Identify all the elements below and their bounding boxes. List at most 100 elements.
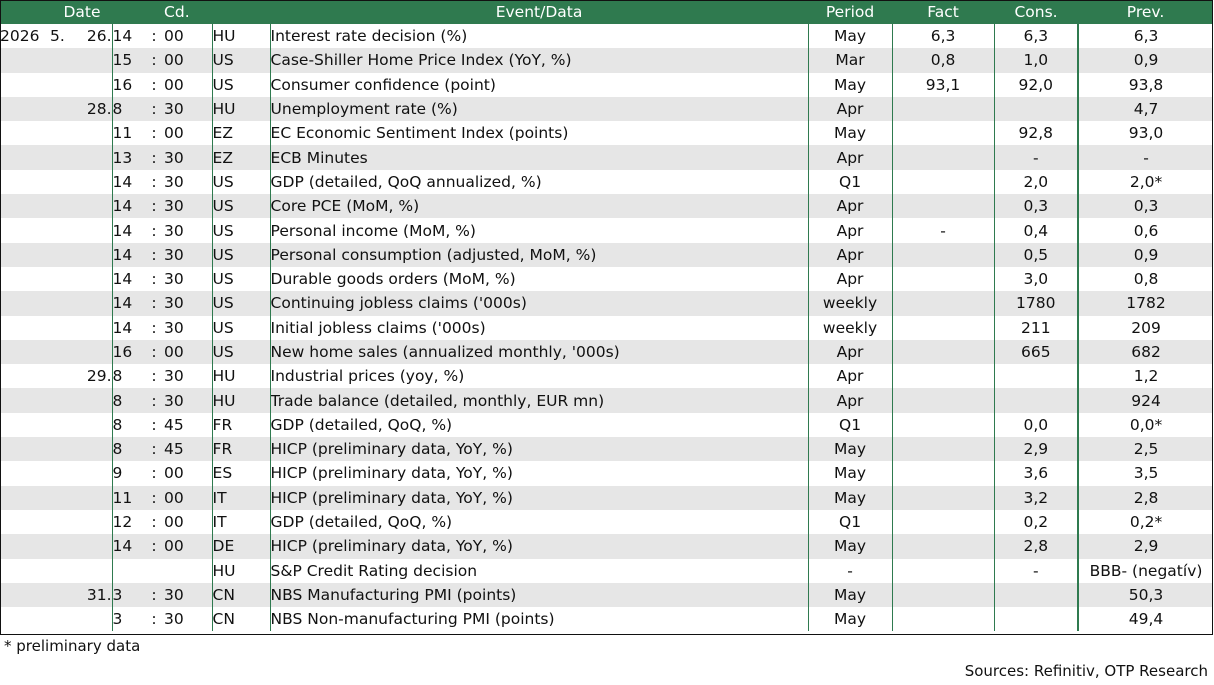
- cell-year: [0, 48, 50, 73]
- cell-country-code: IT: [211, 485, 271, 510]
- cell-consensus: 1,0: [994, 48, 1080, 73]
- cell-previous: 0,2*: [1078, 509, 1214, 535]
- cell-fact: 0,8: [892, 48, 995, 73]
- cell-country-code: IT: [211, 509, 271, 535]
- cell-previous: 209: [1078, 315, 1214, 340]
- table-row: 2026 5. 26. 14:00 HU Interest rate decision (…: [0, 24, 1214, 49]
- cell-hour: 14: [112, 218, 144, 243]
- cell-consensus: 2,8: [994, 534, 1080, 559]
- economic-calendar-table: Date Cd. Event/Data Period Fact Cons. Pr…: [0, 0, 1214, 632]
- cell-hour: 8: [112, 437, 144, 462]
- cell-event: GDP (detailed, QoQ, %): [270, 509, 809, 535]
- cell-country-code: US: [211, 48, 271, 73]
- cell-day: [78, 48, 113, 73]
- cell-fact: 93,1: [892, 72, 995, 97]
- cell-hour: 16: [112, 72, 144, 97]
- cell-minute: [164, 558, 213, 583]
- cell-period: -: [808, 558, 893, 583]
- cell-day: [78, 218, 113, 243]
- cell-minute: 00: [164, 72, 213, 97]
- cell-minute: 45: [164, 437, 213, 462]
- cell-time-separator: :: [144, 96, 165, 122]
- cell-consensus: [994, 96, 1080, 122]
- cell-consensus: 3,0: [994, 266, 1080, 292]
- cell-consensus: 665: [994, 339, 1080, 365]
- cell-period: May: [808, 582, 893, 608]
- cell-period: May: [808, 461, 893, 486]
- cell-consensus: 3,6: [994, 461, 1080, 486]
- cell-fact: [892, 315, 995, 340]
- cell-period: May: [808, 485, 893, 510]
- table-row: 14:30 US GDP (detailed, QoQ annualized, %)…: [0, 169, 1214, 195]
- cell-previous: -: [1078, 145, 1214, 170]
- cell-year: [0, 364, 50, 389]
- cell-day: 28.: [78, 96, 113, 122]
- cell-event: Case-Shiller Home Price Index (YoY, %): [270, 48, 809, 73]
- cell-time-separator: :: [144, 145, 165, 170]
- cell-hour: 8: [112, 388, 144, 413]
- header-fact: Fact: [892, 0, 995, 24]
- cell-consensus: 2,0: [994, 169, 1080, 195]
- cell-previous: 0,6: [1078, 218, 1214, 243]
- cell-country-code: US: [211, 315, 271, 340]
- cell-country-code: HU: [211, 558, 271, 583]
- cell-fact: -: [892, 218, 995, 243]
- cell-month: [50, 266, 78, 292]
- cell-day: [78, 339, 113, 365]
- cell-hour: 15: [112, 48, 144, 73]
- cell-previous: 49,4: [1078, 607, 1214, 632]
- cell-consensus: 6,3: [994, 24, 1080, 49]
- cell-hour: 3: [112, 582, 144, 608]
- cell-day: 29.: [78, 364, 113, 389]
- cell-previous: 2,5: [1078, 437, 1214, 462]
- cell-year: [0, 291, 50, 316]
- cell-event: S&P Credit Rating decision: [270, 558, 809, 583]
- cell-period: Apr: [808, 145, 893, 170]
- table-row: 29. 8:30 HU Industrial prices (yoy, %) Apr 1,…: [0, 364, 1214, 389]
- cell-minute: 00: [164, 339, 213, 365]
- cell-month: [50, 607, 78, 632]
- cell-period: Apr: [808, 96, 893, 122]
- footnote: * preliminary data: [4, 637, 141, 655]
- cell-consensus: 3,2: [994, 485, 1080, 510]
- cell-time-separator: :: [144, 194, 165, 219]
- cell-event: EC Economic Sentiment Index (points): [270, 121, 809, 146]
- cell-consensus: [994, 582, 1080, 608]
- cell-hour: 14: [112, 291, 144, 316]
- cell-month: [50, 582, 78, 608]
- cell-day: [78, 461, 113, 486]
- table-row: 31. 3:30 CN NBS Manufacturing PMI (points) M…: [0, 582, 1214, 608]
- cell-time-separator: :: [144, 242, 165, 267]
- cell-fact: [892, 412, 995, 438]
- table-row: 14:30 US Core PCE (MoM, %) Apr 0,3 0,3: [0, 194, 1214, 219]
- cell-time-separator: :: [144, 266, 165, 292]
- cell-minute: 00: [164, 461, 213, 486]
- cell-previous: 3,5: [1078, 461, 1214, 486]
- header-code: Cd.: [164, 0, 271, 24]
- cell-fact: [892, 194, 995, 219]
- table-row: 3:30 CN NBS Non-manufacturing PMI (points)…: [0, 607, 1214, 632]
- cell-period: Mar: [808, 48, 893, 73]
- cell-minute: 00: [164, 509, 213, 535]
- cell-year: [0, 558, 50, 583]
- cell-previous: 2,9: [1078, 534, 1214, 559]
- cell-day: [78, 72, 113, 97]
- cell-time-separator: :: [144, 339, 165, 365]
- source-note: Sources: Refinitiv, OTP Research: [964, 662, 1208, 680]
- cell-previous: 2,8: [1078, 485, 1214, 510]
- cell-month: [50, 339, 78, 365]
- cell-time-separator: [144, 558, 165, 583]
- cell-day: [78, 242, 113, 267]
- cell-event: HICP (preliminary data, YoY, %): [270, 534, 809, 559]
- cell-year: [0, 169, 50, 195]
- cell-period: Apr: [808, 339, 893, 365]
- cell-hour: 8: [112, 96, 144, 122]
- cell-hour: 14: [112, 242, 144, 267]
- cell-event: Unemployment rate (%): [270, 96, 809, 122]
- cell-country-code: CN: [211, 607, 271, 632]
- cell-time-separator: :: [144, 485, 165, 510]
- cell-year: [0, 194, 50, 219]
- cell-year: [0, 388, 50, 413]
- cell-day: [78, 437, 113, 462]
- cell-fact: 6,3: [892, 24, 995, 49]
